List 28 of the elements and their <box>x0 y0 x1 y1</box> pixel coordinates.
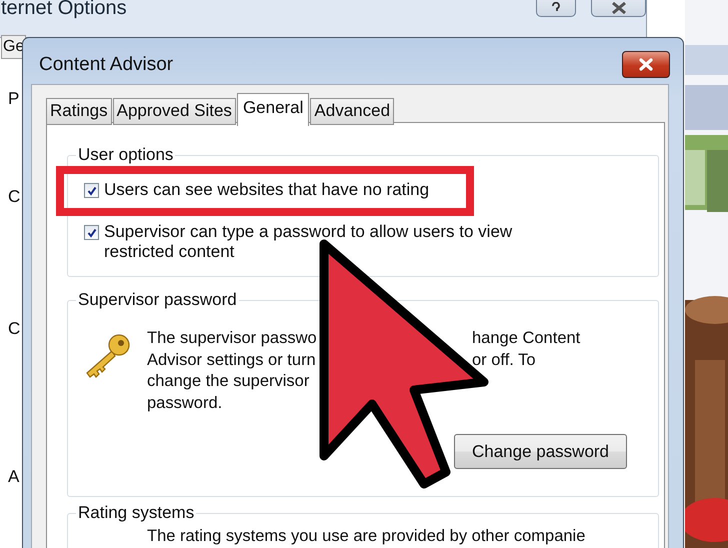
group-title: User options <box>76 145 176 165</box>
description-text: password. <box>147 394 224 414</box>
tab[interactable]: General <box>236 93 310 126</box>
checkbox[interactable] <box>84 225 99 240</box>
description-text: or off. To <box>472 350 537 370</box>
description-text: hange Content <box>472 329 580 349</box>
dialog-title: Content Advisor <box>39 54 174 76</box>
description-text: The supervisor passwo <box>147 329 318 349</box>
group-title: Rating systems <box>76 503 196 523</box>
group-title: Supervisor password <box>76 290 239 310</box>
description-text: Advisor settings or turn <box>147 350 317 370</box>
question-icon <box>550 2 562 14</box>
label: A <box>8 467 20 487</box>
tab[interactable]: Ratings <box>46 98 112 125</box>
label: C <box>8 187 20 207</box>
close-button[interactable] <box>622 51 670 78</box>
change-password-button[interactable]: Change password <box>454 434 627 469</box>
checkbox[interactable] <box>84 183 99 198</box>
label: P <box>8 89 20 109</box>
tab[interactable]: Approved Sites <box>112 98 236 125</box>
description-text: change the supervisor <box>147 372 310 392</box>
label: C <box>8 319 20 339</box>
option-label: Supervisor can type a password to allow users to view restricted content <box>104 222 514 262</box>
tab[interactable]: Advanced <box>310 98 394 125</box>
description-text: The rating systems you use are provided by other companie <box>147 527 586 546</box>
close-icon <box>638 58 654 71</box>
option-label: Users can see websites that have no rating <box>104 180 430 200</box>
close-icon <box>610 2 626 14</box>
